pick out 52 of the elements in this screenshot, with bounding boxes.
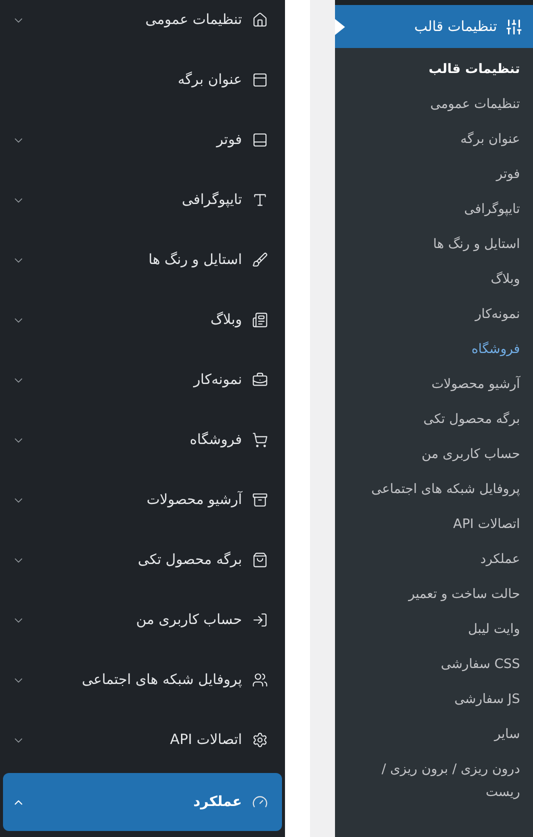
bag-icon (252, 552, 268, 568)
submenu-link[interactable]: استایل و رنگ ها (433, 227, 533, 262)
submenu-link[interactable]: آرشیو محصولات (431, 367, 533, 402)
menu-item[interactable]: فوتر (0, 110, 285, 170)
newspaper-icon (252, 312, 268, 328)
submenu-link[interactable]: تایپوگرافی (464, 192, 533, 227)
submenu-link[interactable]: اتصالات API (453, 507, 533, 542)
submenu-link[interactable]: تنظیمات عمومی (430, 87, 533, 122)
menu-item[interactable]: آرشیو محصولات (0, 470, 285, 530)
submenu-link[interactable]: حساب کاربری من (422, 437, 533, 472)
menu-item[interactable]: پروفایل شبکه های اجتماعی (0, 650, 285, 710)
home-icon (252, 12, 268, 28)
menu-item[interactable]: عملکرد (3, 773, 282, 831)
menu-item[interactable]: استایل و رنگ ها (0, 230, 285, 290)
submenu-link[interactable]: نمونه‌کار (475, 297, 533, 332)
submenu-link[interactable]: فوتر (496, 157, 533, 192)
current-menu-arrow (335, 19, 345, 35)
type-icon (252, 192, 268, 208)
login-icon (252, 612, 268, 628)
menu-item[interactable]: حساب کاربری من (0, 590, 285, 650)
submenu-link[interactable]: CSS سفارشی (440, 647, 533, 682)
submenu-link[interactable]: فروشگاه (471, 332, 533, 367)
submenu-link[interactable]: عملکرد (480, 542, 533, 577)
submenu-link[interactable]: درون ریزی / برون ریزی / ریست (370, 752, 533, 810)
cart-icon (252, 432, 268, 448)
submenu-link[interactable]: وایت لیبل (468, 612, 533, 647)
gauge-icon (252, 794, 268, 810)
menu-item[interactable]: فروشگاه (0, 410, 285, 470)
submenu-link[interactable]: وبلاگ (490, 262, 533, 297)
panel-icon (252, 132, 268, 148)
menu-item[interactable]: عنوان برگه (0, 50, 285, 110)
menu-item[interactable]: وبلاگ (0, 290, 285, 350)
submenu-link[interactable]: سایر (494, 717, 533, 752)
submenu-link[interactable]: JS سفارشی (454, 682, 533, 717)
settings-icon (252, 732, 268, 748)
submenu-link[interactable]: عنوان برگه (460, 122, 533, 157)
archive-icon (252, 492, 268, 508)
submenu-link[interactable]: پروفایل شبکه های اجتماعی (371, 472, 533, 507)
menu-item[interactable]: تنظیمات عمومی (0, 0, 285, 50)
menu-item[interactable]: اتصالات API (0, 710, 285, 770)
users-icon (252, 672, 268, 688)
panel-icon (252, 72, 268, 88)
menu-item[interactable]: نمونه‌کار (0, 350, 285, 410)
sliders-icon (505, 18, 523, 36)
menu-header[interactable]: تنظیمات قالب (335, 5, 533, 48)
briefcase-icon (252, 372, 268, 388)
menu-item[interactable]: برگه محصول تکی (0, 530, 285, 590)
submenu-link[interactable]: برگه محصول تکی (423, 402, 533, 437)
menu-item[interactable]: تایپوگرافی (0, 170, 285, 230)
submenu-link[interactable]: تنظیمات قالب (428, 52, 533, 87)
brush-icon (252, 252, 268, 268)
submenu-link[interactable]: حالت ساخت و تعمیر (408, 577, 533, 612)
